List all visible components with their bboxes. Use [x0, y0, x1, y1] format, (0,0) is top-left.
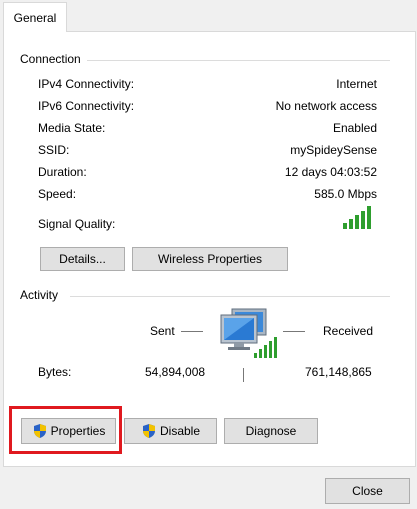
media-state-label: Media State: [38, 121, 106, 135]
ssid-value: mySpideySense [290, 143, 377, 157]
uac-shield-icon [142, 424, 155, 438]
bytes-label: Bytes: [38, 365, 72, 379]
disable-button-label: Disable [159, 424, 201, 438]
activity-title: Activity [20, 288, 65, 302]
ipv4-value: Internet [336, 77, 377, 91]
activity-divider [70, 296, 390, 297]
speed-label: Speed: [38, 187, 77, 201]
bytes-sent-value: 54,894,008 [145, 365, 206, 379]
bytes-separator [243, 368, 244, 382]
duration-label: Duration: [38, 165, 87, 179]
details-button[interactable]: Details... [40, 247, 125, 271]
signal-strength-icon [343, 206, 371, 229]
close-button[interactable]: Close [325, 478, 410, 504]
connection-divider [84, 60, 390, 61]
sent-line [181, 331, 203, 332]
ipv6-label: IPv6 Connectivity: [38, 99, 135, 113]
tab-general[interactable]: General [3, 2, 67, 32]
bytes-received-value: 761,148,865 [305, 365, 372, 379]
tab-general-label: General [13, 11, 57, 25]
wireless-properties-label: Wireless Properties [157, 252, 263, 266]
media-state-value: Enabled [332, 121, 377, 135]
ssid-label: SSID: [38, 143, 70, 157]
diagnose-button[interactable]: Diagnose [224, 418, 318, 444]
details-button-label: Details... [59, 252, 106, 266]
wireless-properties-button[interactable]: Wireless Properties [132, 247, 288, 271]
ipv6-value: No network access [275, 99, 377, 113]
signal-quality-label: Signal Quality: [38, 217, 116, 231]
speed-value: 585.0 Mbps [314, 187, 377, 201]
connection-title: Connection [20, 52, 87, 66]
diagnose-button-label: Diagnose [245, 424, 297, 438]
highlight-box [9, 406, 122, 454]
duration-value: 12 days 04:03:52 [284, 165, 377, 179]
ipv4-label: IPv4 Connectivity: [38, 77, 135, 91]
received-line [283, 331, 305, 332]
close-button-label: Close [352, 484, 383, 498]
sent-label: Sent [150, 324, 175, 338]
received-label: Received [323, 324, 374, 338]
network-computers-icon [220, 308, 277, 358]
disable-button[interactable]: Disable [124, 418, 217, 444]
